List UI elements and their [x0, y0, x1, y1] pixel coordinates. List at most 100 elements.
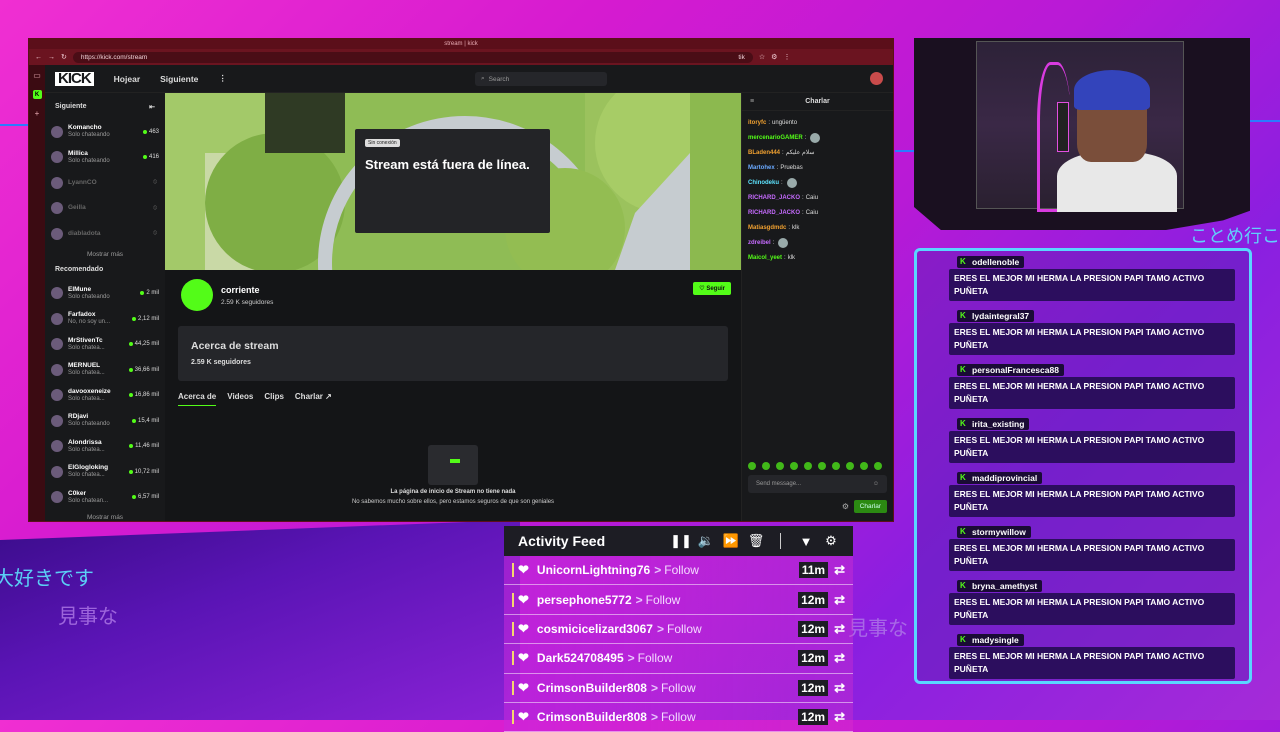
nav-browse[interactable]: Hojear [114, 74, 140, 84]
activity-user: CrimsonBuilder808 [536, 680, 647, 695]
pause-icon[interactable]: ❚❚ [670, 533, 692, 549]
tabs-icon[interactable]: ▭ [33, 71, 41, 80]
chat-username[interactable]: Matiasgdmdc [748, 225, 786, 231]
chat-username[interactable]: Maicol_yeet [748, 255, 782, 261]
activity-row[interactable]: ❤ persephone5772 > Follow 12m ⇄ [504, 585, 853, 615]
sidebar-channel[interactable]: MrStivenTc Solo chatea... 44,25 mil [51, 332, 159, 358]
live-dot [128, 393, 133, 398]
sidebar-channel[interactable]: ElMune Solo chateando 2 mil [51, 281, 159, 307]
emote-icon[interactable] [748, 462, 756, 470]
skip-icon[interactable]: ⏩ [723, 533, 739, 549]
tab-videos[interactable]: Videos [227, 392, 253, 406]
chat-colon: : [802, 209, 804, 216]
user-avatar[interactable] [870, 72, 883, 85]
chat-username[interactable]: Chinodeku [748, 180, 779, 186]
search-input[interactable]: ⌕ Search [475, 72, 607, 86]
volume-icon[interactable]: 🔉 [698, 533, 714, 549]
sidebar-channel[interactable]: C0ker Solo chatean... 6,57 mil [51, 485, 159, 511]
replay-icon[interactable]: ⇄ [834, 621, 845, 637]
chat-username[interactable]: RICHARD_JACKO [748, 195, 800, 201]
emote-icon[interactable] [762, 462, 770, 470]
filter-icon[interactable]: ▼ [798, 533, 814, 549]
collapse-icon[interactable]: ⇤ [149, 103, 155, 111]
emote-icon[interactable] [776, 462, 784, 470]
chat-username[interactable]: RICHARD_JACKO [748, 210, 800, 216]
activity-row[interactable]: ❤ CrimsonBuilder808 > Follow 12m ⇄ [504, 673, 853, 703]
chat-username[interactable]: itoryfc [748, 120, 766, 126]
menu-icon[interactable]: ⋮ [783, 53, 790, 61]
replay-icon[interactable]: ⇄ [834, 709, 845, 725]
tab-clips[interactable]: Clips [264, 392, 284, 406]
channel-name[interactable]: corriente [221, 285, 260, 295]
chat-input[interactable]: Send message... ☺ [748, 475, 887, 493]
viewer-count: 16,86 mil [128, 392, 159, 398]
viewer-count-text: 2 mil [146, 290, 159, 297]
emote-icon[interactable] [804, 462, 812, 470]
channel-avatar[interactable] [181, 279, 213, 311]
sidebar-channel[interactable]: Farfadox No, no soy un... 2,12 mil [51, 306, 159, 332]
follow-button[interactable]: ♡ Seguir [693, 282, 731, 295]
kick-logo[interactable]: KICK [55, 71, 94, 86]
replay-icon[interactable]: ⇄ [834, 680, 845, 696]
nav-following[interactable]: Siguiente [160, 74, 198, 84]
more-icon[interactable]: ⋮ [218, 73, 227, 84]
kick-tab-icon[interactable]: K [32, 90, 42, 99]
activity-row[interactable]: ❤ cosmicicelizard3067 > Follow 12m ⇄ [504, 614, 853, 645]
trash-icon[interactable]: 🗑 [748, 533, 765, 549]
activity-row[interactable]: ❤ CrimsonBuilder808 > Follow 12m ⇄ [504, 702, 853, 732]
overlay-username-tag: Kmaddiprovincial [957, 472, 1043, 484]
bookmark-icon[interactable]: ☆ [759, 53, 765, 61]
sidebar-channel[interactable]: Alondrissa Solo chatea... 11,46 mil [51, 434, 159, 460]
sidebar-channel[interactable]: Geilla ⦸ [51, 196, 159, 222]
emoji-icon[interactable]: ☺ [873, 481, 879, 487]
channel-avatar [51, 338, 63, 351]
sidebar-channel[interactable]: LyannCO ⦸ [51, 170, 159, 196]
sidebar-channel[interactable]: MERNUEL Solo chatea... 36,66 mil [51, 357, 159, 383]
chat-collapse-icon[interactable]: ≡ [750, 98, 754, 105]
add-icon[interactable]: + [35, 109, 40, 118]
replay-icon[interactable]: ⇄ [834, 592, 845, 608]
address-bar[interactable]: https://kick.com/stream tik [72, 51, 753, 63]
sidebar-channel[interactable]: RDjavi Solo chateando 15,4 mil [51, 408, 159, 434]
emote-icon [778, 237, 789, 248]
gear-icon[interactable]: ⚙ [823, 533, 839, 549]
chat-username[interactable]: zdreibel [748, 240, 771, 246]
chat-username[interactable]: Martohex [748, 165, 775, 171]
forward-icon[interactable]: → [48, 54, 55, 61]
activity-row[interactable]: ❤ Dark524708495 > Follow 12m ⇄ [504, 644, 853, 674]
url-extension-label: tik [738, 53, 745, 61]
sidebar-channel[interactable]: Millica Solo chateando 416 [51, 145, 159, 171]
sidebar-channel[interactable]: ElGlogloking Solo chatea... 10,72 mil [51, 459, 159, 485]
emote-icon[interactable] [818, 462, 826, 470]
extensions-icon[interactable]: ⚙ [771, 53, 777, 61]
emote-icon[interactable] [790, 462, 798, 470]
activity-row[interactable]: ❤ UnicornLightning76 > Follow 11m ⇄ [504, 556, 853, 586]
chat-settings-icon[interactable]: ⚙ [842, 502, 849, 511]
sidebar-channel[interactable]: Komancho Solo chateando 463 [51, 119, 159, 145]
tab-about[interactable]: Acerca de [178, 392, 217, 406]
tab-chat[interactable]: Charlar ↗ [295, 392, 332, 406]
emote-icon[interactable] [860, 462, 868, 470]
viewer-count: 10,72 mil [128, 469, 159, 475]
kick-header: KICK Hojear Siguiente ⋮ ⌕ Search [45, 65, 893, 93]
chat-send-button[interactable]: Charlar [853, 500, 887, 513]
back-icon[interactable]: ← [35, 54, 42, 61]
reload-icon[interactable]: ↻ [61, 53, 67, 61]
emote-icon[interactable] [846, 462, 854, 470]
sidebar-channel[interactable]: davooxeneize Solo chatea... 16,86 mil [51, 383, 159, 409]
replay-icon[interactable]: ⇄ [834, 562, 845, 578]
viewer-count: 2 mil [140, 290, 159, 296]
about-title: Acerca de stream [191, 340, 279, 352]
sidebar-channel[interactable]: diabladota ⦸ [51, 221, 159, 247]
heart-icon: ❤ [518, 562, 529, 578]
channel-category: Solo chatea... [68, 370, 105, 377]
chat-username[interactable]: mercenarioGAMER [748, 135, 803, 141]
show-more-recommended[interactable]: Mostrar más [51, 514, 159, 521]
chat-username[interactable]: BLaden444 [748, 150, 780, 156]
replay-icon[interactable]: ⇄ [834, 650, 845, 666]
browser-tab[interactable]: stream | kick [29, 39, 893, 49]
show-more-following[interactable]: Mostrar más [51, 251, 159, 258]
emote-icon[interactable] [832, 462, 840, 470]
overlay-chat-message: Kmadysingle ERES EL MEJOR MI HERMA LA PR… [949, 629, 1235, 679]
emote-icon[interactable] [874, 462, 882, 470]
